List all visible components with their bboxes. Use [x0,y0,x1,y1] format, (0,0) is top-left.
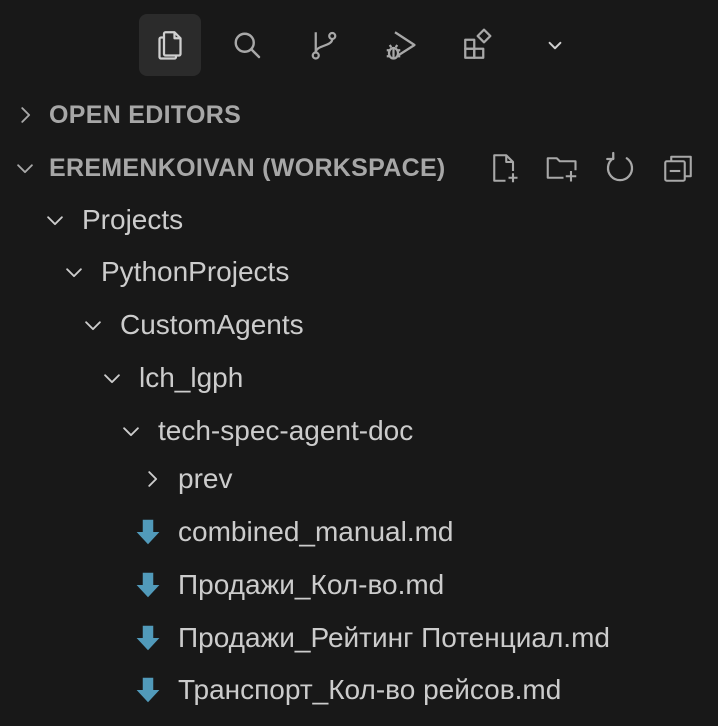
tree-item-prev[interactable]: prev [0,453,718,505]
chevron-down-icon [548,41,562,50]
tree-item-pythonprojects[interactable]: PythonProjects [0,246,718,298]
extensions-icon [464,28,492,59]
tree-item-file[interactable]: Транспорт_Кол-во рейсов.md [0,664,718,716]
chevron-right-icon [148,471,158,487]
open-editors-title: OPEN EDITORS [49,100,242,129]
chevron-down-icon [66,268,82,278]
refresh-icon [606,151,634,182]
tree-item-projects[interactable]: Projects [0,194,718,246]
explorer-button[interactable] [139,14,201,76]
tree-item-label: combined_manual.md [178,516,454,547]
chevron-down-icon [17,164,33,174]
files-icon [158,31,182,60]
markdown-file-icon [136,677,160,703]
workspace-actions [484,142,716,194]
tree-item-customagents[interactable]: CustomAgents [0,299,718,351]
search-button[interactable] [216,14,278,76]
markdown-file-icon [136,572,160,598]
markdown-file-icon [136,519,160,545]
chevron-down-icon [85,321,101,331]
tree-item-label: PythonProjects [101,256,290,287]
refresh-button[interactable] [600,148,640,188]
source-control-button[interactable] [293,14,355,76]
activity-bar [0,0,718,90]
tree-item-label: tech-spec-agent-doc [158,415,414,446]
tree-item-label: lch_lgph [139,362,244,393]
open-editors-header[interactable]: OPEN EDITORS [0,89,718,141]
chevron-down-icon [104,374,120,384]
new-folder-button[interactable] [542,148,582,188]
workspace-title: EREMENKOIVAN (WORKSPACE) [49,153,446,182]
markdown-file-icon [136,625,160,651]
tree-item-label: Транспорт_Кол-во рейсов.md [178,674,562,705]
new-file-icon [493,154,518,183]
tree-item-file[interactable]: Продажи_Рейтинг Потенциал.md [0,612,718,664]
tree-item-tech-spec-agent-doc[interactable]: tech-spec-agent-doc [0,405,718,457]
new-folder-icon [546,157,577,182]
tree-item-label: Продажи_Кол-во.md [178,569,445,600]
chevron-down-icon [47,216,63,226]
tree-item-lch-lgph[interactable]: lch_lgph [0,352,718,404]
extensions-button[interactable] [447,14,509,76]
tree-item-label: prev [178,463,233,494]
more-views-button[interactable] [524,14,586,76]
run-debug-button[interactable] [370,14,432,76]
search-icon [234,32,261,59]
tree-item-file[interactable]: Продажи_Кол-во.md [0,559,718,611]
collapse-all-button[interactable] [658,148,698,188]
run-debug-icon [386,31,416,60]
chevron-right-icon [21,107,31,123]
tree-item-label: Продажи_Рейтинг Потенциал.md [178,622,610,653]
tree-item-file[interactable]: combined_manual.md [0,506,718,558]
workspace-header[interactable]: EREMENKOIVAN (WORKSPACE) [0,142,718,194]
chevron-down-icon [123,427,139,437]
tree-item-label: Projects [82,204,184,235]
git-branch-icon [311,31,337,60]
tree-item-label: CustomAgents [120,309,304,340]
new-file-button[interactable] [484,148,524,188]
collapse-all-icon [664,155,692,182]
